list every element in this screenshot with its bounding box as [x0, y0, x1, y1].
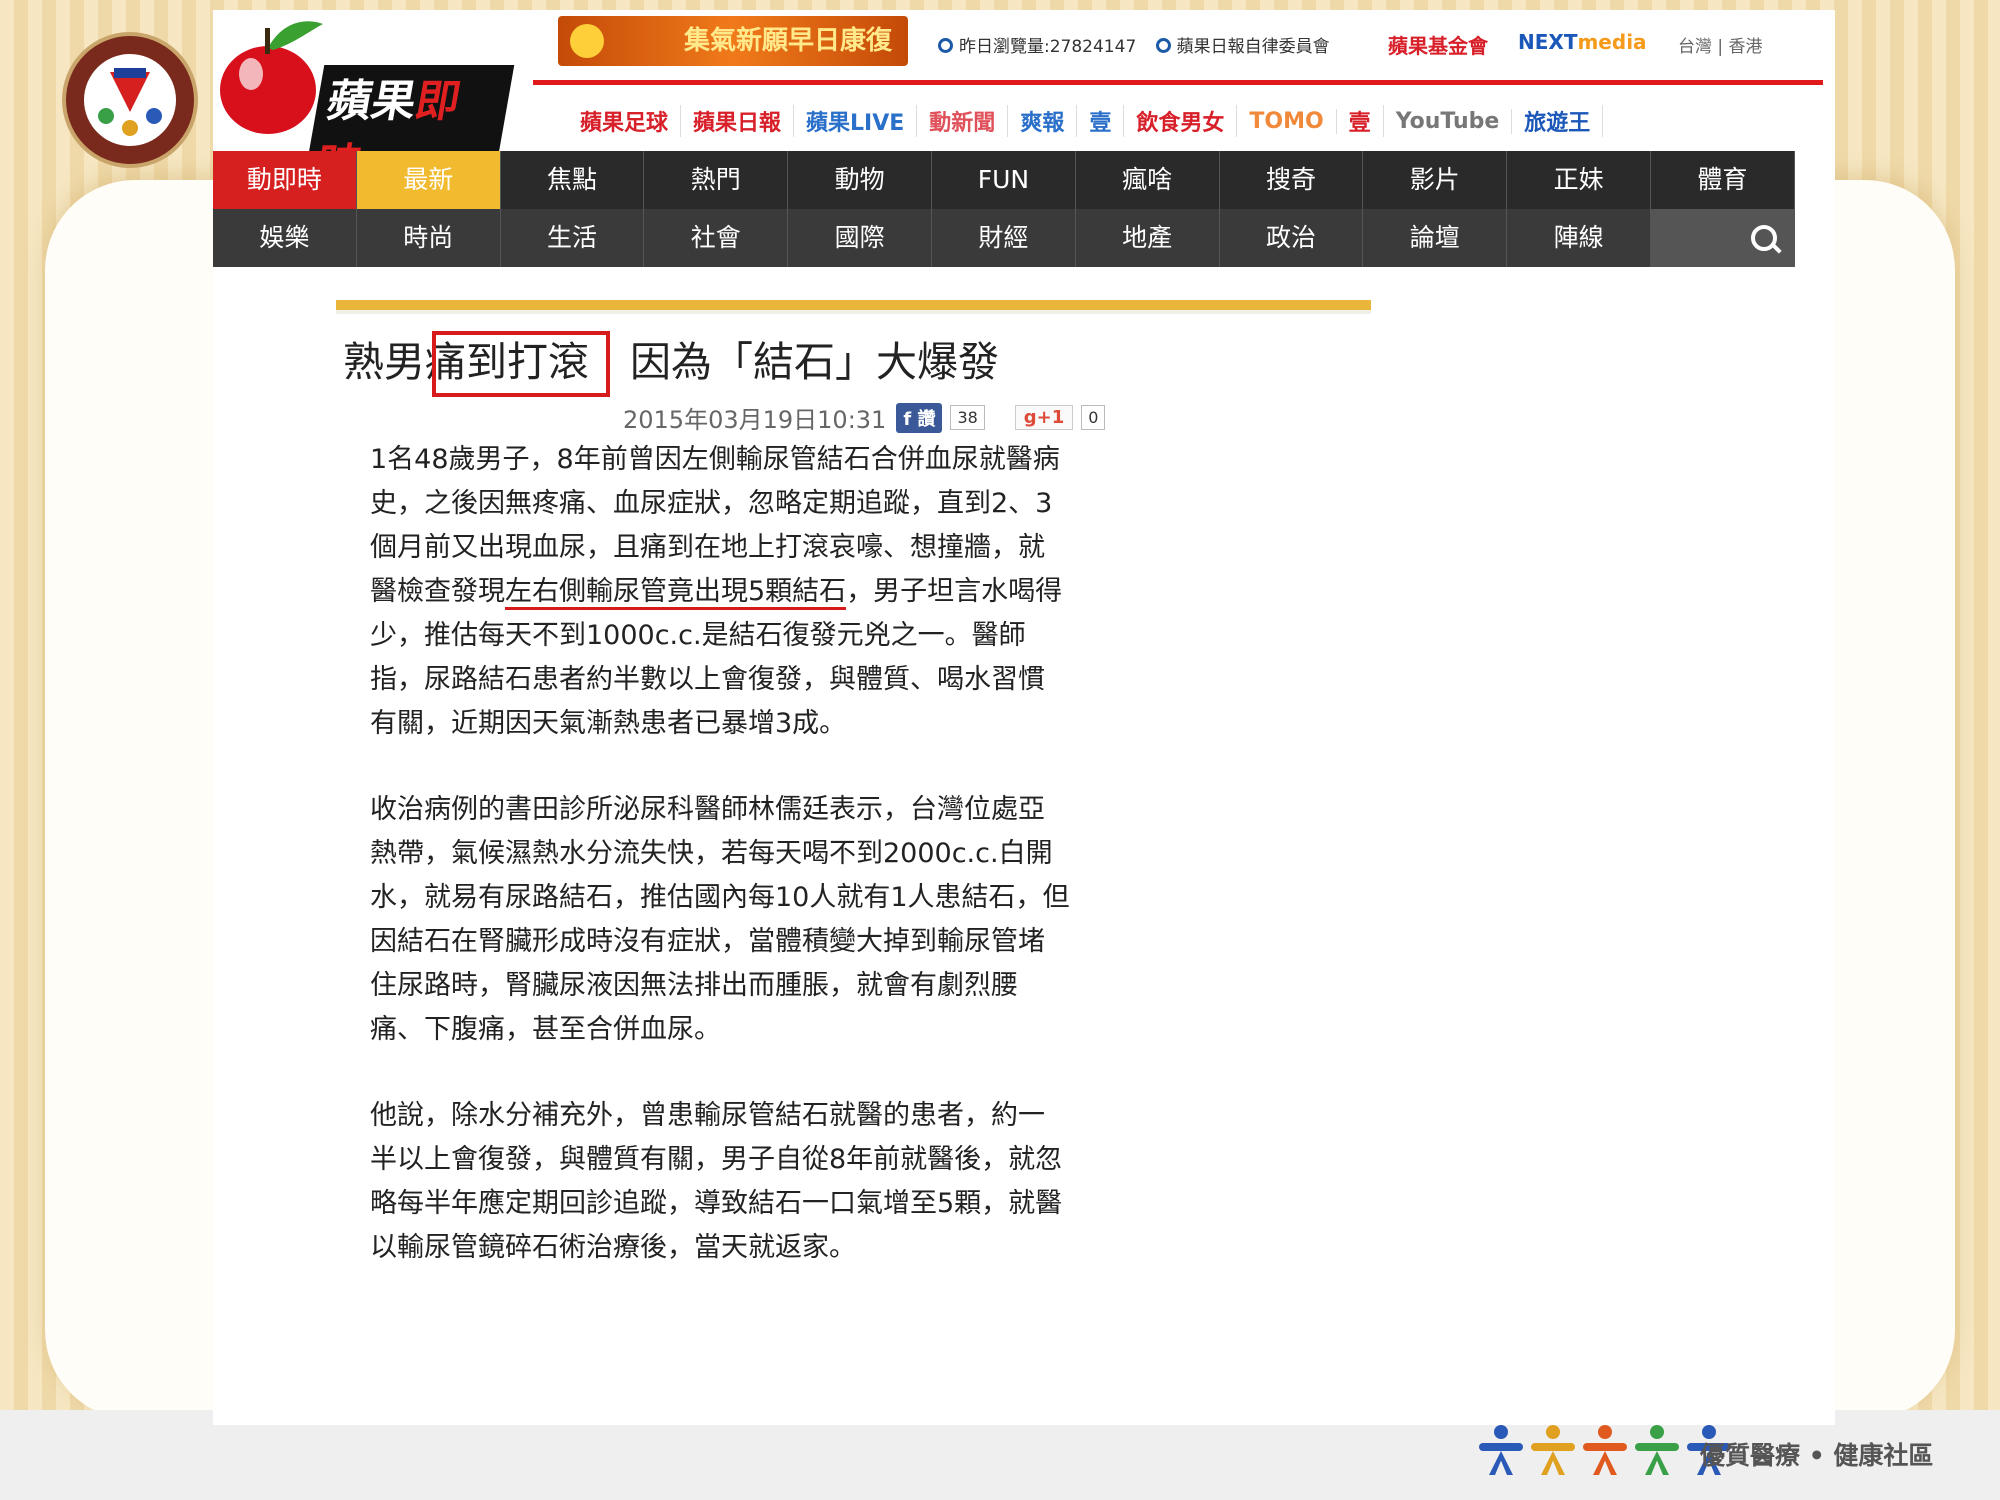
- footer-slogan: 優質醫療 • 健康社區: [1700, 1441, 1934, 1470]
- nav-tab[interactable]: 瘋啥: [1075, 151, 1220, 209]
- region-taiwan-link[interactable]: 台灣: [1678, 37, 1712, 57]
- nav-tab[interactable]: 陣線: [1507, 209, 1651, 267]
- person-figure-icon: [1631, 1425, 1683, 1475]
- partner-site-link[interactable]: 蘋果日報: [681, 105, 795, 137]
- title-highlight-box: [432, 331, 610, 397]
- views-link[interactable]: 昨日瀏覽量:27824147: [938, 37, 1136, 57]
- school-seal-emblem: [84, 54, 176, 146]
- article-date: 2015年03月19日10:31: [623, 406, 887, 434]
- nav-tab[interactable]: 影片: [1363, 151, 1508, 209]
- nav-tab[interactable]: 搜奇: [1219, 151, 1364, 209]
- partner-site-link[interactable]: 壹: [1337, 105, 1384, 137]
- footer-people-logo: [1475, 1425, 1735, 1475]
- promo-banner[interactable]: 集氣新願早日康復: [558, 16, 908, 66]
- partner-site-link[interactable]: 蘋果LIVE: [794, 105, 918, 137]
- bullet-icon: [1155, 38, 1171, 53]
- partner-sites-bar: 蘋果足球 蘋果日報 蘋果LIVE 動新聞 爽報壹飲食男女 TOMO 壹 YouTube 旅遊王: [568, 98, 1604, 144]
- partner-site-link[interactable]: 旅遊王: [1512, 105, 1604, 137]
- top-info-bar: 昨日瀏覽量:27824147 蘋果日報自律委員會: [938, 32, 1330, 57]
- bullet-icon: [938, 38, 953, 53]
- facebook-like-button[interactable]: f 讚: [896, 402, 943, 433]
- nav-tab[interactable]: 動即時: [213, 151, 357, 209]
- nav-tab[interactable]: 地產: [1075, 209, 1220, 267]
- partner-site-link[interactable]: TOMO: [1237, 108, 1337, 134]
- lantern-icon: [570, 24, 604, 58]
- nav-tab[interactable]: 國際: [788, 209, 932, 267]
- nav-tab[interactable]: 最新: [356, 151, 501, 209]
- person-figure-icon: [1579, 1425, 1631, 1475]
- nav-row-secondary: 娛樂 時尚 生活 社會 國際 財經 地產 政治 論壇 陣線: [213, 209, 1795, 267]
- nav-tab[interactable]: 正妹: [1507, 151, 1651, 209]
- partner-site-link[interactable]: 壹: [1077, 105, 1125, 137]
- article-paragraph-3: 他說，除水分補充外，曾患輸尿管結石就醫的患者，約一半以上會復發，與體質有關，男子…: [370, 1100, 1063, 1263]
- nav-tab[interactable]: 社會: [644, 209, 789, 267]
- nav-tab[interactable]: 論壇: [1363, 209, 1508, 267]
- seal-emblem-graphic: [98, 68, 162, 136]
- partner-site-link[interactable]: 爽報: [1008, 105, 1078, 137]
- region-hongkong-link[interactable]: 香港: [1729, 37, 1763, 57]
- header-divider: [533, 80, 1823, 85]
- main-navigation: 動即時 最新 焦點 熱門 動物 FUN 瘋啥 搜奇 影片 正妹 體育 娛樂 時尚 生活 社會 國際 財經 地產政…: [213, 151, 1795, 267]
- article-paragraph-1: 1名48歲男子，8年前曾因左側輸尿管結石合併血尿就醫病史，之後因無疼痛、血尿症狀…: [370, 444, 1063, 739]
- school-seal-logo: [62, 32, 198, 168]
- partner-site-link[interactable]: 動新聞: [917, 105, 1009, 137]
- promo-banner-text: 集氣新願早日康復: [683, 26, 892, 56]
- apple-daily-logo[interactable]: 蘋果即時: [213, 10, 515, 193]
- apple-foundation-link[interactable]: 蘋果基金會: [1388, 30, 1488, 59]
- search-button[interactable]: [1650, 209, 1795, 267]
- nav-tab[interactable]: 娛樂: [213, 209, 357, 267]
- nav-tab[interactable]: 時尚: [356, 209, 501, 267]
- region-separator: |: [1717, 37, 1724, 57]
- google-plus-button[interactable]: g+1: [1014, 405, 1074, 430]
- partner-site-link[interactable]: 蘋果足球: [568, 105, 682, 137]
- person-figure-icon: [1527, 1425, 1579, 1475]
- google-plus-count: 0: [1081, 405, 1106, 430]
- nav-tab[interactable]: 體育: [1650, 151, 1795, 209]
- nav-row-primary: 動即時 最新 焦點 熱門 動物 FUN 瘋啥 搜奇 影片 正妹 體育: [213, 151, 1795, 209]
- partner-site-link[interactable]: 飲食男女: [1124, 105, 1238, 137]
- committee-link[interactable]: 蘋果日報自律委員會: [1155, 37, 1330, 57]
- person-figure-icon: [1475, 1425, 1527, 1475]
- region-switcher: 台灣 | 香港: [1678, 32, 1763, 57]
- nav-tab[interactable]: 生活: [500, 209, 645, 267]
- article-top-rule: [336, 300, 1371, 310]
- news-page-screenshot: 蘋果即時 集氣新願早日康復 昨日瀏覽量:27824147 蘋果日報自律委員會 蘋…: [213, 10, 1835, 1425]
- article-paragraph-2: 收治病例的書田診所泌尿科醫師林儒廷表示，台灣位處亞熱帶，氣候濕熱水分流失快，若每…: [370, 794, 1070, 1045]
- nextmedia-link[interactable]: NEXTmedia: [1518, 30, 1647, 54]
- article-body: 1名48歲男子，8年前曾因左側輸尿管結石合併血尿就醫病史，之後因無疼痛、血尿症狀…: [370, 438, 1070, 1312]
- article-top-rule-shadow: [336, 310, 1371, 314]
- article-meta: 2015年03月19日10:31 f 讚 38 g+1 0: [623, 400, 1106, 435]
- nav-tab[interactable]: 動物: [788, 151, 932, 209]
- nav-tab[interactable]: 政治: [1219, 209, 1364, 267]
- underlined-finding: 左右側輸尿管竟出現5顆結石: [505, 576, 847, 610]
- nav-tab[interactable]: 財經: [931, 209, 1076, 267]
- nav-tab[interactable]: 熱門: [644, 151, 789, 209]
- partner-site-link[interactable]: YouTube: [1384, 108, 1513, 134]
- nav-tab[interactable]: 焦點: [500, 151, 645, 209]
- facebook-like-count: 38: [950, 405, 985, 430]
- nav-tab[interactable]: FUN: [931, 151, 1076, 209]
